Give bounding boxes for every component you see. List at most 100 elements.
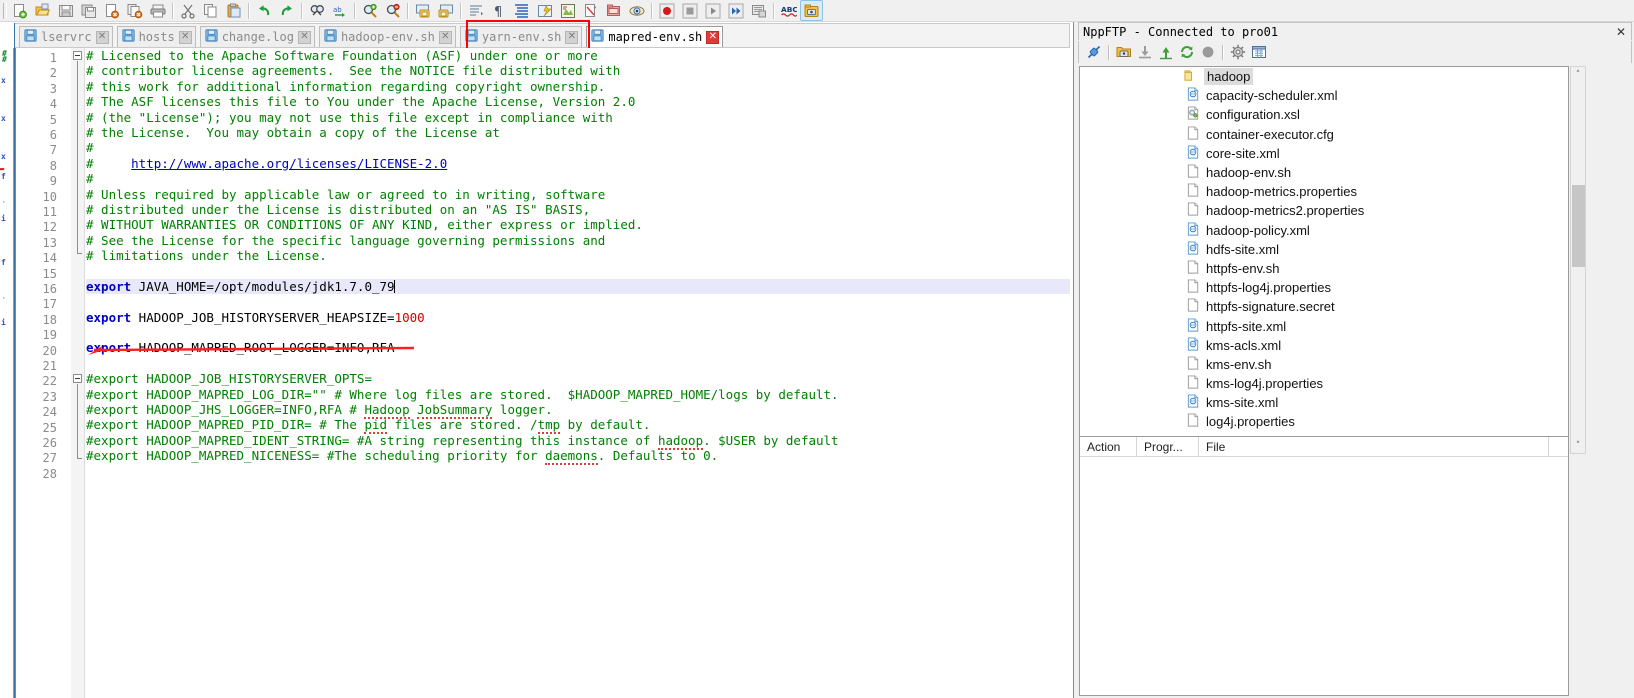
code-line[interactable]: # Unless required by applicable law or a… [86, 187, 1070, 202]
code-line[interactable]: # http://www.apache.org/licenses/LICENSE… [86, 156, 1070, 171]
code-line[interactable]: # distributed under the License is distr… [86, 202, 1070, 217]
sync-horizontal-scroll-icon[interactable] [434, 0, 457, 21]
code-line[interactable]: #export HADOOP_MAPRED_IDENT_STRING= #A s… [86, 432, 1070, 450]
tab-hadoop-env-sh[interactable]: hadoop-env.sh ✕ [318, 26, 456, 47]
toolbar-grip[interactable] [0, 1, 8, 21]
tree-file-item[interactable]: hadoop-env.sh [1080, 163, 1568, 182]
code-text[interactable]: # Licensed to the Apache Software Founda… [86, 48, 1070, 698]
indent-guide-icon[interactable] [510, 0, 533, 21]
open-folder-icon[interactable] [1113, 42, 1134, 62]
spell-check-icon[interactable]: ABC [777, 0, 800, 21]
queue-column-file[interactable]: File [1199, 436, 1549, 457]
tree-file-item[interactable]: log4j.properties [1080, 412, 1568, 431]
tree-file-item[interactable]: kms-acls.xml [1080, 336, 1568, 355]
fold-margin[interactable] [71, 48, 85, 698]
code-line[interactable]: # WITHOUT WARRANTIES OR CONDITIONS OF AN… [86, 217, 1070, 232]
code-line[interactable]: # [86, 140, 1070, 155]
user-defined-language-icon[interactable] [533, 0, 556, 21]
document-map[interactable]: # # x x x ▬ f · i f · i [0, 48, 14, 698]
undo-icon[interactable] [252, 0, 275, 21]
tab-close-icon[interactable]: ✕ [565, 30, 579, 44]
nppftp-toggle-icon[interactable] [800, 0, 823, 21]
code-line[interactable] [86, 325, 1070, 340]
nppftp-file-tree[interactable]: hadoop capacity-scheduler.xml configuratio… [1079, 66, 1569, 454]
document-map-icon[interactable] [556, 0, 579, 21]
monitoring-icon[interactable] [625, 0, 648, 21]
download-icon[interactable] [1134, 42, 1155, 62]
code-line[interactable] [86, 356, 1070, 371]
tree-file-item[interactable]: httpfs-log4j.properties [1080, 278, 1568, 297]
word-wrap-icon[interactable] [464, 0, 487, 21]
code-line[interactable]: #export HADOOP_MAPRED_LOG_DIR="" # Where… [86, 387, 1070, 402]
record-macro-icon[interactable] [655, 0, 678, 21]
tab-close-icon[interactable]: ✕ [438, 30, 452, 44]
redo-icon[interactable] [275, 0, 298, 21]
tab-hosts[interactable]: hosts ✕ [116, 26, 196, 47]
save-macro-icon[interactable] [747, 0, 770, 21]
folder-as-workspace-icon[interactable] [602, 0, 625, 21]
close-all-icon[interactable] [123, 0, 146, 21]
tab-mapred-env-sh[interactable]: mapred-env.sh ✕ [586, 26, 724, 47]
code-line[interactable]: # The ASF licenses this file to You unde… [86, 94, 1070, 109]
abort-icon[interactable] [1197, 42, 1218, 62]
tree-file-item[interactable]: httpfs-env.sh [1080, 259, 1568, 278]
nppftp-tree-scrollbar[interactable]: ˄ ˅ [1570, 66, 1586, 454]
tab-close-icon[interactable]: ✕ [706, 30, 720, 44]
fold-box-commented-block[interactable] [73, 374, 82, 383]
code-line[interactable]: export HADOOP_JOB_HISTORYSERVER_HEAPSIZE… [86, 310, 1070, 325]
code-line[interactable]: # See the License for the specific langu… [86, 233, 1070, 248]
tab-close-icon[interactable]: ✕ [297, 30, 311, 44]
tree-file-item[interactable]: hadoop-policy.xml [1080, 221, 1568, 240]
settings-icon[interactable] [1227, 42, 1248, 62]
tree-file-item[interactable]: core-site.xml [1080, 144, 1568, 163]
tab-yarn-env-sh[interactable]: yarn-env.sh ✕ [459, 26, 583, 47]
code-line[interactable]: # (the "License"); you may not use this … [86, 110, 1070, 125]
stop-macro-icon[interactable] [678, 0, 701, 21]
sync-vertical-scroll-icon[interactable] [411, 0, 434, 21]
queue-column-headers[interactable]: Action Progr... File [1080, 436, 1568, 457]
new-file-icon[interactable] [8, 0, 31, 21]
paste-icon[interactable] [222, 0, 245, 21]
upload-icon[interactable] [1155, 42, 1176, 62]
tab-change-log[interactable]: change.log ✕ [199, 26, 315, 47]
code-line[interactable] [86, 294, 1070, 309]
tab-lservrc[interactable]: lservrc ✕ [19, 26, 113, 47]
code-line[interactable]: #export HADOOP_MAPRED_NICENESS= #The sch… [86, 448, 1070, 466]
nppftp-transfer-queue[interactable]: Action Progr... File [1079, 436, 1569, 696]
tree-file-item[interactable]: container-executor.cfg [1080, 125, 1568, 144]
open-file-icon[interactable] [31, 0, 54, 21]
code-line[interactable]: # contributor license agreements. See th… [86, 63, 1070, 78]
connect-icon[interactable] [1083, 42, 1104, 62]
cut-icon[interactable] [176, 0, 199, 21]
messages-icon[interactable] [1248, 42, 1269, 62]
tree-scroll-up-arrow[interactable]: ˄ [1571, 67, 1585, 82]
copy-icon[interactable] [199, 0, 222, 21]
code-line[interactable]: # the License. You may obtain a copy of … [86, 125, 1070, 140]
refresh-icon[interactable] [1176, 42, 1197, 62]
document-tab-bar[interactable]: lservrc ✕ hosts ✕ change.log ✕ hadoop-env.sh ✕ y… [14, 23, 1070, 48]
tab-close-icon[interactable]: ✕ [95, 30, 109, 44]
tree-file-item[interactable]: httpfs-site.xml [1080, 316, 1568, 335]
tree-file-item[interactable]: kms-log4j.properties [1080, 374, 1568, 393]
run-macro-multiple-icon[interactable] [724, 0, 747, 21]
print-icon[interactable] [146, 0, 169, 21]
tree-file-item[interactable]: capacity-scheduler.xml [1080, 86, 1568, 105]
tree-file-item[interactable]: hadoop-metrics.properties [1080, 182, 1568, 201]
tree-folder-item[interactable]: hadoop [1080, 67, 1568, 86]
tab-close-icon[interactable]: ✕ [178, 30, 192, 44]
function-list-icon[interactable] [579, 0, 602, 21]
save-all-icon[interactable] [77, 0, 100, 21]
code-line[interactable]: # limitations under the License. [86, 248, 1070, 263]
tree-file-item[interactable]: kms-site.xml [1080, 393, 1568, 412]
tree-file-item[interactable]: hadoop-metrics2.properties [1080, 201, 1568, 220]
code-line[interactable]: #export HADOOP_JOB_HISTORYSERVER_OPTS= [86, 371, 1070, 386]
tree-file-item[interactable]: hdfs-site.xml [1080, 240, 1568, 259]
zoom-out-icon[interactable] [381, 0, 404, 21]
tree-file-item[interactable]: configuration.xsl [1080, 105, 1568, 124]
tree-scroll-thumb[interactable] [1572, 185, 1585, 267]
tree-file-item[interactable]: kms-env.sh [1080, 355, 1568, 374]
code-line[interactable]: # [86, 171, 1070, 186]
tree-file-item[interactable]: httpfs-signature.secret [1080, 297, 1568, 316]
queue-column-progr-[interactable]: Progr... [1137, 436, 1199, 457]
code-line[interactable]: #export HADOOP_JHS_LOGGER=INFO,RFA # Had… [86, 401, 1070, 419]
